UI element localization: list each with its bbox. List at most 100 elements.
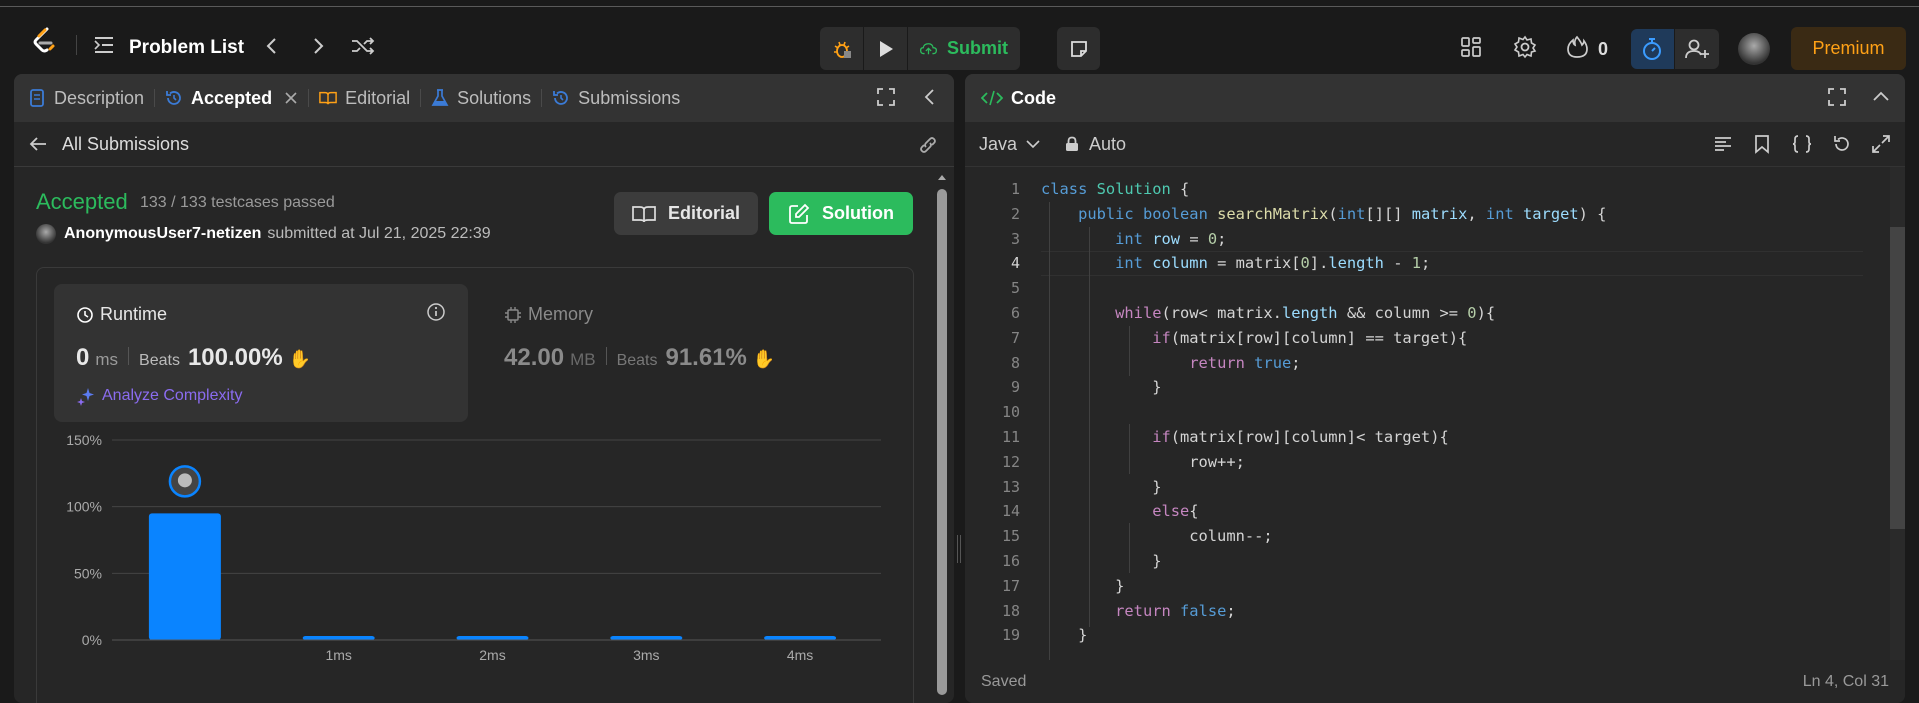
flask-icon bbox=[431, 89, 449, 106]
problem-list-link[interactable]: Problem List bbox=[129, 37, 244, 59]
link-icon[interactable] bbox=[916, 134, 940, 156]
maximize-icon[interactable] bbox=[1827, 87, 1847, 107]
code-line: while(row< matrix.length && column >= 0)… bbox=[1115, 303, 1496, 322]
prev-problem-icon[interactable] bbox=[261, 35, 283, 57]
right-panel: Code Java Auto 1 2 3 4 5 6 7 8 9 10 11 12 13 14 15 16 17… bbox=[965, 74, 1905, 703]
scrollbar[interactable] bbox=[937, 189, 947, 695]
editor-actions bbox=[1713, 134, 1891, 154]
cloud-upload-icon bbox=[920, 42, 937, 54]
tab-submissions[interactable]: Submissions bbox=[542, 74, 690, 122]
memory-beats: 91.61% bbox=[665, 344, 747, 371]
line-number: 9 bbox=[1010, 378, 1020, 397]
y-tick-label: 50% bbox=[74, 565, 102, 581]
bookmark-icon[interactable] bbox=[1752, 134, 1772, 154]
y-tick-label: 150% bbox=[66, 432, 102, 448]
runtime-card[interactable]: Runtime 0 ms Beats 100.00% ✋ Analyze Com… bbox=[54, 284, 468, 422]
user-avatar[interactable] bbox=[1738, 33, 1770, 65]
auto-mode[interactable]: Auto bbox=[1065, 134, 1126, 155]
line-number: 14 bbox=[1001, 502, 1020, 521]
collapse-icon[interactable] bbox=[920, 87, 940, 107]
tab-editorial[interactable]: Editorial bbox=[309, 74, 420, 122]
code-scrollbar[interactable] bbox=[1890, 227, 1905, 529]
line-number: 7 bbox=[1010, 328, 1020, 347]
code-icon bbox=[981, 90, 1003, 106]
format-icon[interactable] bbox=[1713, 134, 1733, 154]
gear-icon bbox=[1513, 35, 1537, 59]
settings-button[interactable] bbox=[1512, 34, 1538, 60]
memory-card[interactable]: Memory 42.00 MB Beats 91.61% ✋ bbox=[504, 284, 884, 422]
layout-icon bbox=[1461, 37, 1481, 57]
editorial-button[interactable]: Editorial bbox=[614, 192, 758, 235]
line-number: 6 bbox=[1010, 303, 1020, 322]
problem-list-icon[interactable] bbox=[94, 36, 114, 54]
line-numbers: 1 2 3 4 5 6 7 8 9 10 11 12 13 14 15 16 17 18 19 bbox=[965, 177, 1020, 648]
runtime-unit: ms bbox=[95, 350, 119, 369]
clap-icon: ✋ bbox=[288, 349, 312, 369]
avatar[interactable] bbox=[36, 224, 56, 244]
avatar-face bbox=[177, 473, 192, 488]
scroll-up-icon[interactable] bbox=[937, 173, 947, 181]
y-tick-label: 100% bbox=[66, 499, 102, 515]
code-editor[interactable]: 1 2 3 4 5 6 7 8 9 10 11 12 13 14 15 16 17 18 19 class Solu… bbox=[965, 167, 1905, 685]
runtime-value: 0 bbox=[76, 344, 90, 371]
line-number: 4 bbox=[1010, 254, 1020, 273]
timer-button[interactable] bbox=[1631, 29, 1674, 69]
info-icon[interactable] bbox=[426, 302, 446, 322]
chevron-up-icon[interactable] bbox=[1871, 87, 1891, 107]
line-number: 8 bbox=[1010, 353, 1020, 372]
close-icon[interactable] bbox=[284, 91, 298, 105]
notes-button[interactable] bbox=[1057, 27, 1100, 70]
runtime-distribution-chart[interactable]: 150% 100% 50% 0% 1ms 2ms 3ms 4ms bbox=[37, 418, 915, 703]
chart-bar[interactable] bbox=[148, 513, 221, 640]
beats-label: Beats bbox=[616, 352, 658, 369]
tab-code[interactable]: Code bbox=[965, 74, 1066, 122]
code-line: } bbox=[1041, 626, 1088, 645]
chart-bar[interactable] bbox=[764, 636, 837, 640]
leetcode-logo-icon[interactable] bbox=[30, 26, 56, 56]
fire-icon bbox=[1567, 35, 1588, 58]
layout-button[interactable] bbox=[1458, 34, 1484, 60]
shuffle-icon[interactable] bbox=[350, 35, 376, 57]
invite-button[interactable] bbox=[1674, 29, 1719, 69]
chart-bar[interactable] bbox=[456, 636, 529, 640]
panel-resize-handle[interactable] bbox=[957, 535, 961, 563]
tab-label: Editorial bbox=[345, 87, 411, 108]
memory-stats: 42.00 MB Beats 91.61% ✋ bbox=[504, 344, 775, 372]
line-number: 19 bbox=[1001, 626, 1020, 645]
solution-button[interactable]: Solution bbox=[769, 192, 913, 235]
run-button[interactable] bbox=[864, 27, 907, 70]
fullscreen-icon[interactable] bbox=[1871, 134, 1891, 154]
language-select[interactable]: Java bbox=[979, 134, 1041, 155]
analyze-complexity-link[interactable]: Analyze Complexity bbox=[76, 386, 243, 406]
book-icon bbox=[319, 91, 337, 105]
braces-icon[interactable] bbox=[1791, 134, 1813, 154]
streak-button[interactable] bbox=[1564, 34, 1590, 60]
all-submissions-link[interactable]: All Submissions bbox=[62, 134, 189, 155]
code-tabbar: Code bbox=[965, 74, 1905, 122]
chart-bar[interactable] bbox=[302, 636, 375, 640]
arrow-left-icon[interactable] bbox=[28, 135, 48, 153]
maximize-icon[interactable] bbox=[876, 87, 896, 107]
line-number: 15 bbox=[1001, 527, 1020, 546]
stats-box: Runtime 0 ms Beats 100.00% ✋ Analyze Com… bbox=[36, 267, 914, 703]
code-line: public boolean searchMatrix(int[][] matr… bbox=[1078, 204, 1607, 223]
save-status: Saved bbox=[981, 672, 1027, 690]
code-lines: class Solution { public boolean searchMa… bbox=[1041, 177, 1606, 648]
chevron-down-icon bbox=[1026, 140, 1040, 149]
debug-button[interactable] bbox=[820, 27, 863, 70]
testcases-passed: 133 / 133 testcases passed bbox=[140, 194, 335, 211]
line-number: 12 bbox=[1001, 452, 1020, 471]
chart-bar[interactable] bbox=[610, 636, 683, 640]
code-line: return true; bbox=[1189, 353, 1301, 372]
tab-label: Submissions bbox=[578, 87, 681, 108]
reset-icon[interactable] bbox=[1832, 134, 1852, 154]
username[interactable]: AnonymousUser7-netizen bbox=[64, 225, 261, 243]
tab-solutions[interactable]: Solutions bbox=[421, 74, 541, 122]
tab-description[interactable]: Description bbox=[14, 74, 154, 122]
submit-button[interactable]: Submit bbox=[908, 27, 1020, 70]
tab-label: Solutions bbox=[457, 87, 532, 108]
premium-button[interactable]: Premium bbox=[1791, 27, 1906, 70]
tab-accepted[interactable]: Accepted bbox=[155, 74, 308, 122]
next-problem-icon[interactable] bbox=[307, 35, 329, 57]
